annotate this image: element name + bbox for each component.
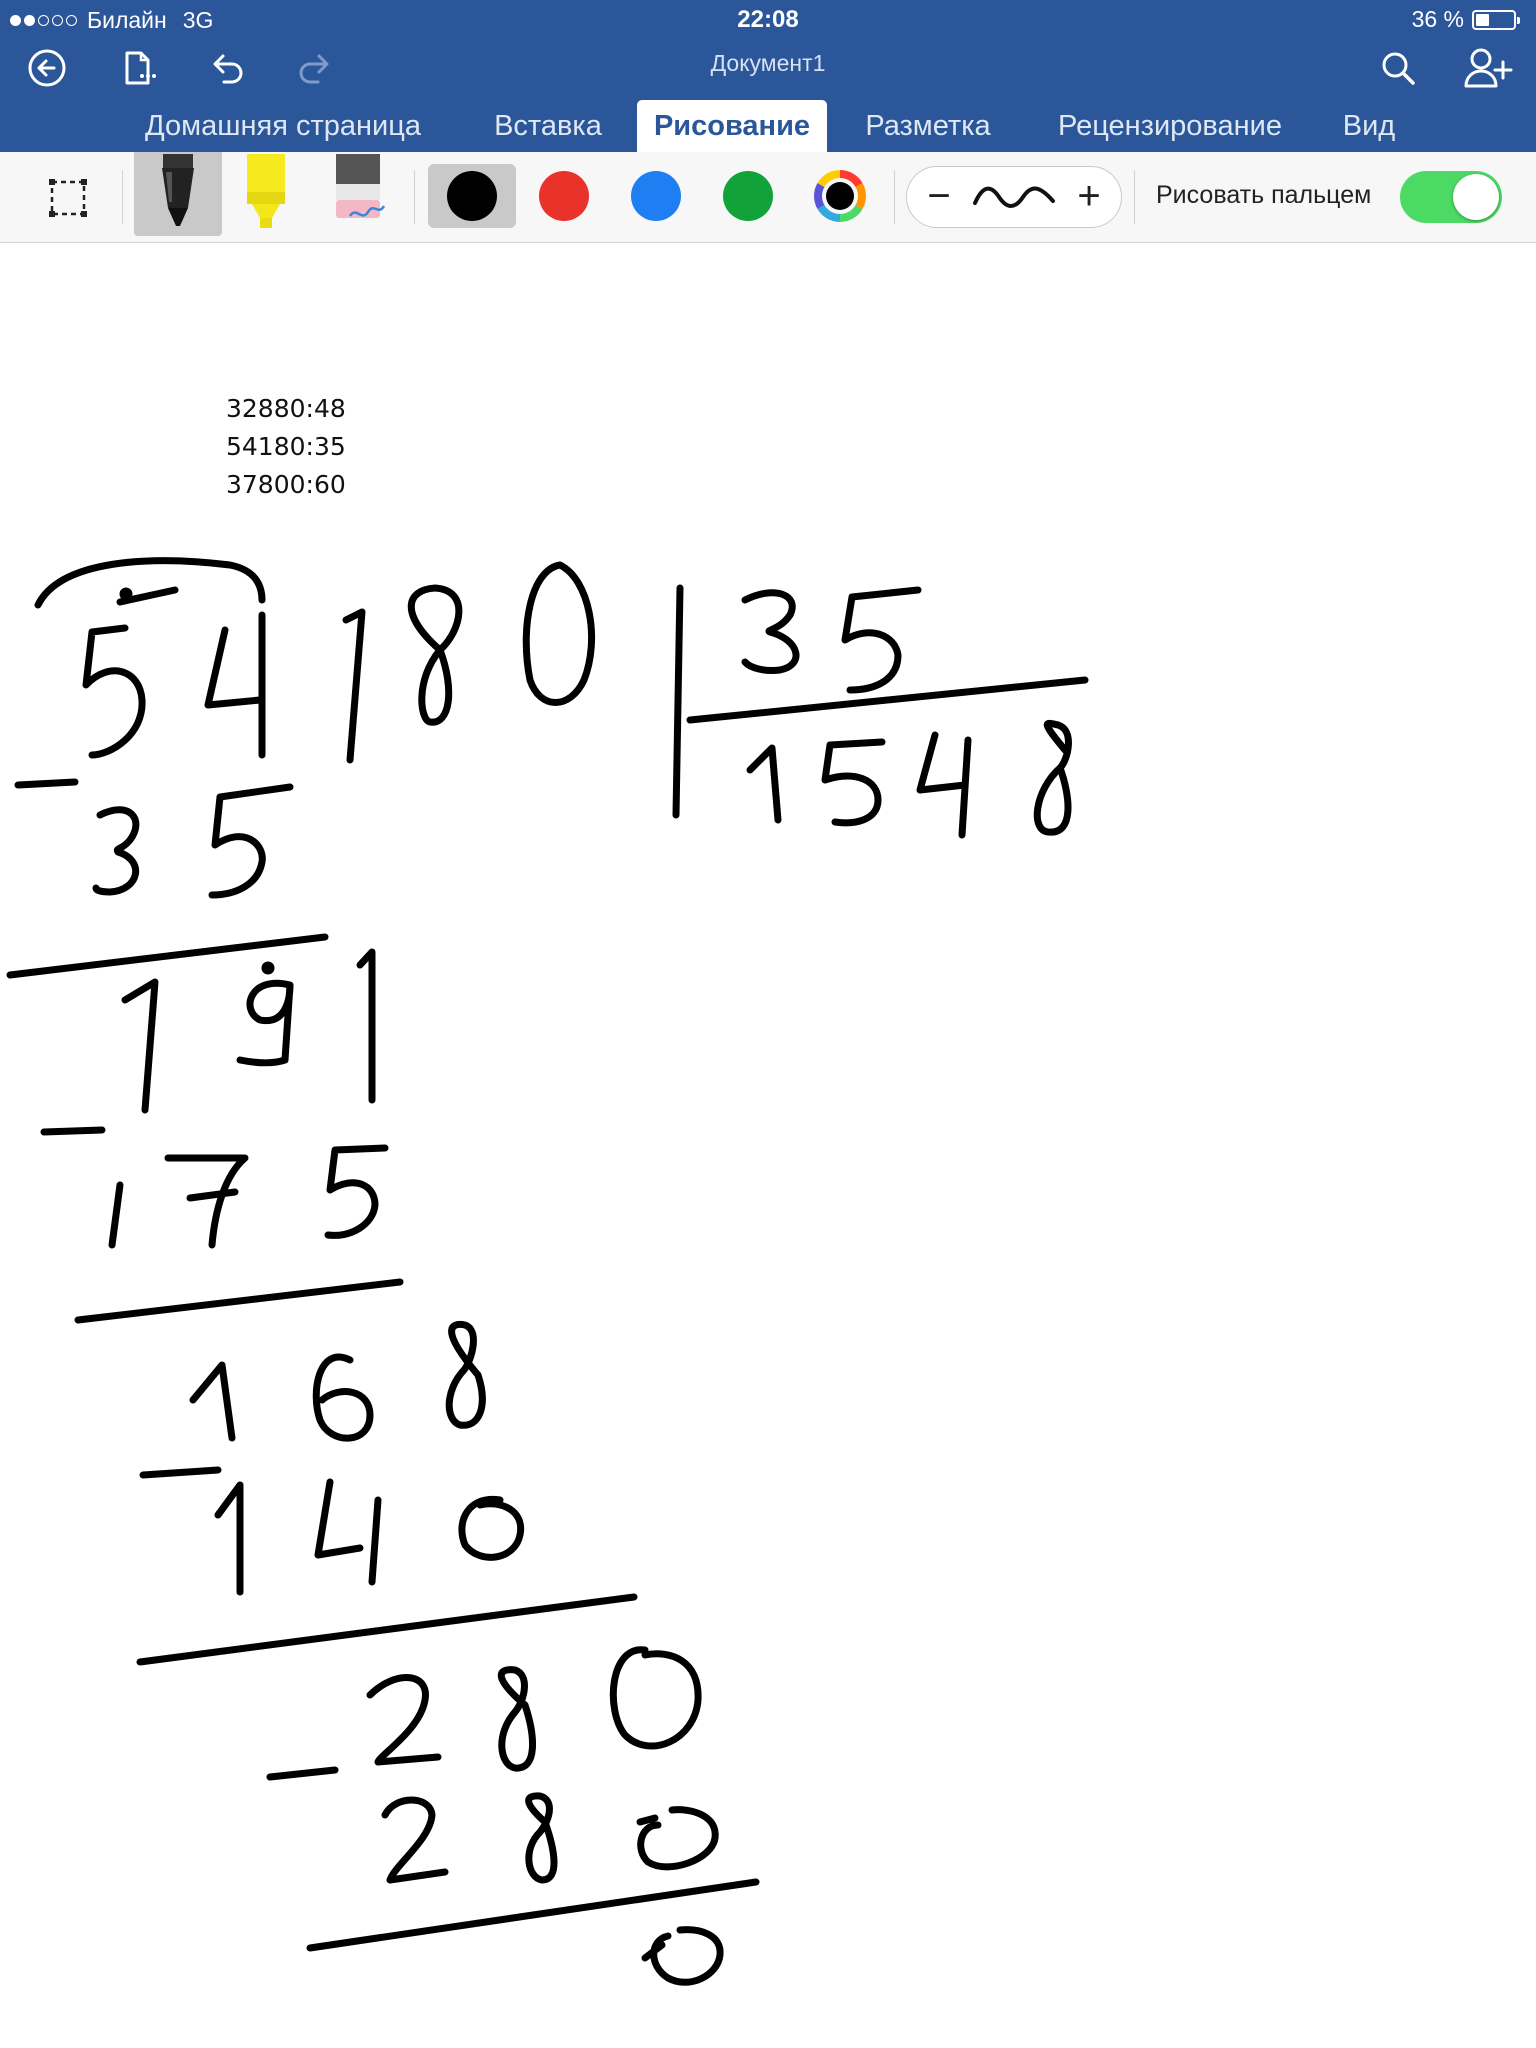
ink-step-140	[214, 1478, 525, 1596]
ink-dot	[119, 587, 133, 601]
ink-divisor	[741, 586, 922, 694]
handwritten-ink-canvas	[6, 557, 1089, 1986]
ink-division-line	[686, 676, 1089, 724]
ink-minus	[139, 1466, 222, 1479]
ink-step-175	[108, 1144, 389, 1249]
ink-division-bar	[672, 584, 684, 819]
ink-line	[6, 933, 329, 979]
ink-step-0	[641, 1926, 724, 1986]
ink-minus	[14, 778, 79, 789]
ink-minus	[266, 1766, 339, 1781]
ink-line	[74, 1278, 404, 1324]
ink-minus	[40, 1126, 106, 1136]
ink-step-280-b	[381, 1792, 719, 1884]
ink-step-280-a	[366, 1646, 702, 1772]
ink-step-168	[189, 1320, 486, 1442]
ink-step-191	[121, 948, 376, 1114]
ink-quotient	[746, 719, 1072, 839]
ink-step-35	[92, 783, 294, 899]
ink-line	[306, 1878, 760, 1952]
ink-line	[136, 1593, 638, 1666]
